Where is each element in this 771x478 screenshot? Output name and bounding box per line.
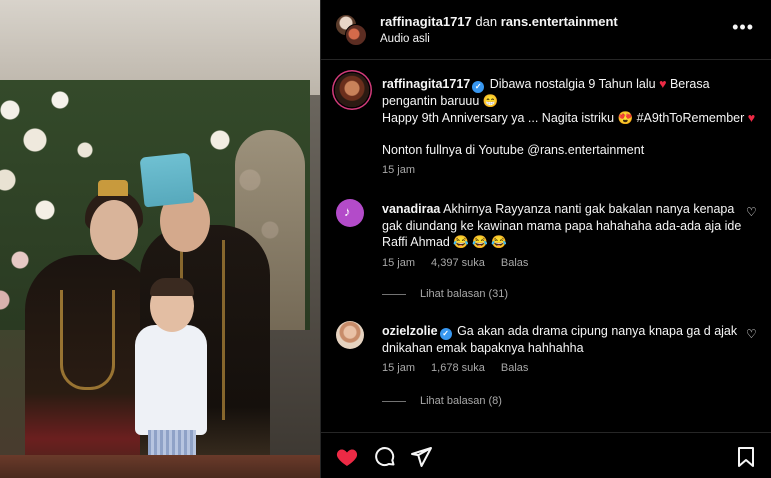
- caption-hashtag[interactable]: #A9thToRemember: [637, 111, 745, 125]
- send-icon[interactable]: [409, 445, 433, 469]
- laughing-emoji-icon: 😂 😂 😂: [453, 235, 507, 249]
- post-caption: raffinagita1717 ✓ Dibawa nostalgia 9 Tahu…: [382, 76, 757, 159]
- comment-avatar[interactable]: [336, 321, 364, 349]
- more-options-icon[interactable]: •••: [732, 18, 754, 36]
- comment-time: 15 jam: [382, 257, 416, 269]
- comment-icon[interactable]: [373, 445, 397, 469]
- red-heart-emoji-icon-2: ♥: [747, 110, 756, 125]
- heart-icon[interactable]: [335, 445, 359, 469]
- bride-crown: [98, 180, 128, 196]
- post-details-panel: raffinagita1717 dan rans.entertainment A…: [320, 0, 771, 478]
- red-heart-emoji-icon: ♥: [659, 77, 667, 91]
- groom-hat: [139, 152, 195, 208]
- comment-username[interactable]: vanadiraa: [382, 202, 440, 216]
- caption-username[interactable]: raffinagita1717: [382, 77, 470, 91]
- collaborator-username[interactable]: rans.entertainment: [501, 14, 618, 29]
- author-username[interactable]: raffinagita1717: [380, 14, 472, 29]
- view-replies-button[interactable]: Lihat balasan (31): [382, 288, 508, 300]
- caption-timestamp: 15 jam: [382, 164, 416, 176]
- post-actions-bar: [321, 432, 771, 478]
- collaborator-avatar[interactable]: [345, 24, 367, 46]
- collab-avatars[interactable]: [335, 14, 367, 46]
- comment-reply-button[interactable]: Balas: [501, 362, 529, 374]
- replies-divider: [382, 400, 406, 402]
- child-hair: [150, 278, 194, 296]
- author-connector: dan: [475, 14, 498, 29]
- caption-line3: Nonton fullnya di Youtube @rans.entertai…: [382, 143, 645, 157]
- comment-text: vanadiraa Akhirnya Rayyanza nanti gak ba…: [382, 201, 742, 251]
- comment-text: ozielzolie ✓ Ga akan ada drama cipung nan…: [382, 323, 742, 357]
- comment-likes[interactable]: 1,678 suka: [431, 362, 485, 374]
- view-replies-label: Lihat balasan (31): [420, 288, 509, 300]
- child-figure: [135, 325, 207, 435]
- bookmark-icon[interactable]: [734, 445, 758, 469]
- post-authors: raffinagita1717 dan rans.entertainment: [380, 14, 618, 29]
- comments-scroll-area[interactable]: raffinagita1717 ✓ Dibawa nostalgia 9 Tahu…: [321, 61, 771, 431]
- comment-meta: 15 jam 4,397 suka Balas: [382, 257, 528, 269]
- view-replies-button[interactable]: Lihat balasan (8): [382, 395, 502, 407]
- verified-badge-icon: ✓: [472, 81, 485, 93]
- verified-badge-icon: ✓: [439, 328, 452, 340]
- comment-reply-button[interactable]: Balas: [501, 257, 529, 269]
- comment-heart-icon[interactable]: ♡: [746, 327, 760, 341]
- bride-gold-trim: [60, 290, 115, 390]
- heart-eyes-emoji-icon: 😍: [617, 110, 634, 125]
- post-header: raffinagita1717 dan rans.entertainment A…: [321, 0, 771, 60]
- grin-emoji-icon: 😁: [482, 94, 499, 108]
- comment-heart-icon[interactable]: ♡: [746, 205, 760, 219]
- comment-meta: 15 jam 1,678 suka Balas: [382, 362, 528, 374]
- audio-label[interactable]: Audio asli: [380, 33, 430, 45]
- caption-line2: Happy 9th Anniversary ya ... Nagita istr…: [382, 110, 615, 125]
- view-replies-label: Lihat balasan (8): [420, 395, 502, 407]
- comment-avatar[interactable]: [336, 199, 364, 227]
- caption-avatar[interactable]: [335, 73, 369, 107]
- comment-time: 15 jam: [382, 362, 416, 374]
- replies-divider: [382, 293, 406, 295]
- caption-line1: Dibawa nostalgia 9 Tahun lalu: [489, 77, 656, 91]
- comment-username[interactable]: ozielzolie: [382, 324, 438, 338]
- bride-head: [90, 200, 138, 260]
- post-media-image[interactable]: [0, 0, 320, 478]
- floor: [0, 455, 320, 478]
- comment-likes[interactable]: 4,397 suka: [431, 257, 485, 269]
